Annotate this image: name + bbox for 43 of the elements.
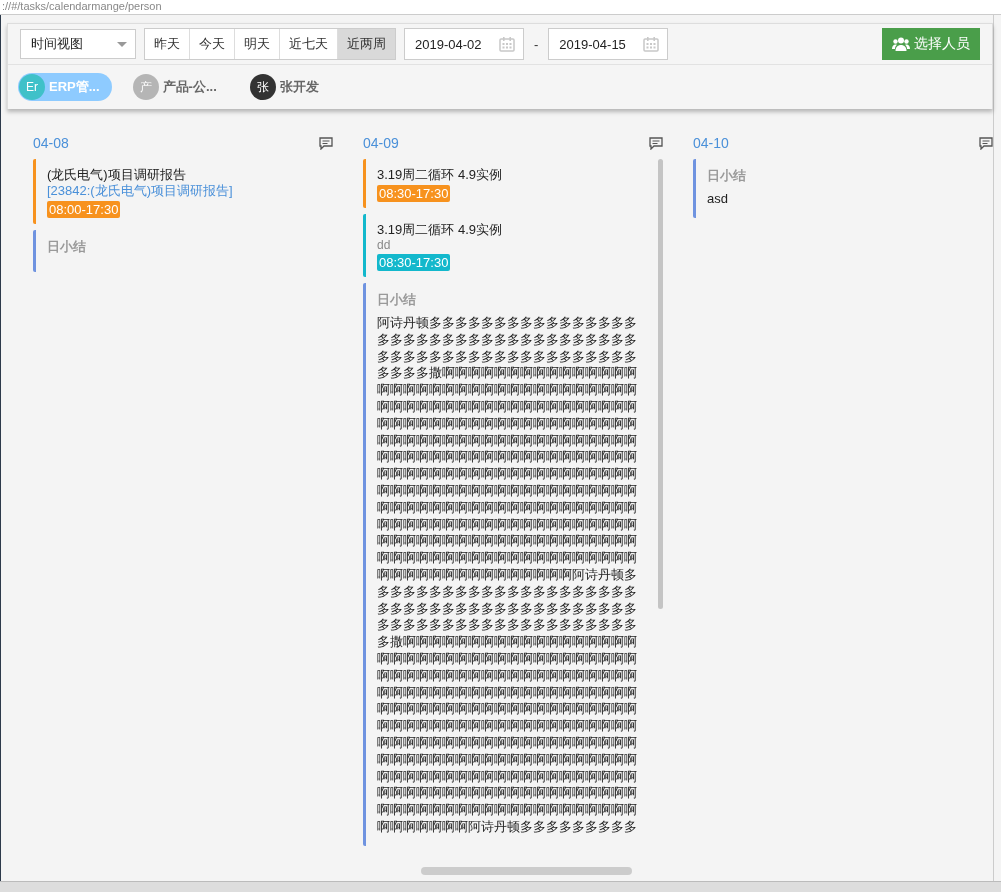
start-date-field[interactable]: 2019-04-02 — [404, 28, 524, 60]
task-card[interactable]: (龙氏电气)项目调研报告 [23842:(龙氏电气)项目调研报告] 08:00-17:30 — [33, 159, 314, 224]
day-date: 04-08 — [33, 135, 69, 151]
task-card[interactable]: 3.19周二循环 4.9实例 08:30-17:30 — [363, 159, 644, 208]
day-date: 04-09 — [363, 135, 399, 151]
person-chip[interactable]: 张 张开发 — [248, 73, 331, 101]
range-tab[interactable]: 明天 — [235, 29, 280, 59]
range-tab[interactable]: 今天 — [190, 29, 235, 59]
person-chip[interactable]: 产 产品-公... — [131, 73, 229, 101]
horizontal-scrollbar-thumb[interactable] — [421, 867, 632, 875]
summary-text: asd — [707, 191, 729, 208]
time-badge: 08:30-17:30 — [377, 185, 451, 202]
users-icon — [892, 37, 910, 51]
avatar: 产 — [132, 74, 159, 100]
person-name: ERP管... — [49, 78, 100, 96]
task-note: dd — [377, 238, 392, 252]
summary-title: 日小结 — [707, 167, 747, 185]
address-bar-text: ://#/tasks/calendarmange/person — [0, 0, 1001, 15]
time-badge: 08:00-17:30 — [47, 201, 121, 218]
task-title: 3.19周二循环 4.9实例 — [377, 222, 503, 238]
summary-title: 日小结 — [47, 238, 87, 256]
summary-card[interactable]: 日小结 asd — [693, 159, 974, 218]
day-date: 04-10 — [693, 135, 729, 151]
person-name: 产品-公... — [162, 78, 217, 96]
task-title: (龙氏电气)项目调研报告 [23842:(龙氏电气)项目调研报告] — [47, 167, 308, 199]
view-select[interactable]: 时间视图 — [20, 29, 136, 59]
comment-icon[interactable] — [649, 136, 663, 150]
range-tab[interactable]: 近两周 — [338, 29, 395, 59]
avatar: 张 — [249, 74, 276, 100]
task-card[interactable]: 3.19周二循环 4.9实例 dd 08:30-17:30 — [363, 214, 644, 277]
time-badge: 08:30-17:30 — [377, 254, 451, 271]
summary-text: 阿诗丹顿多多多多多多多多多多多多多多多多多多多多多多多多多多多多多多多多多多多多多多多多多多多多多多多多多多多多多多多多多多多多撒啊啊啊啊啊啊啊啊啊啊啊啊啊啊啊啊啊啊啊啊啊啊啊啊啊啊啊啊啊啊啊啊啊啊啊啊啊啊啊啊啊啊啊啊啊啊啊啊啊啊啊啊啊啊啊啊啊啊啊啊啊啊啊啊啊啊啊啊啊啊啊啊啊啊啊啊啊啊啊啊啊啊啊啊啊啊啊啊啊啊啊啊啊啊啊啊啊啊啊啊啊啊啊啊啊啊啊啊啊啊啊啊啊啊啊啊啊啊啊啊啊啊啊啊啊啊啊啊啊啊啊啊啊啊啊啊啊啊啊啊啊啊啊啊啊啊啊啊啊啊啊啊啊啊啊啊啊啊啊啊啊啊啊啊啊啊啊啊啊啊啊啊啊啊啊啊啊啊啊啊啊啊啊啊啊啊啊啊啊啊啊啊啊啊啊啊啊啊啊啊啊啊啊啊啊啊啊啊啊啊啊啊啊啊啊啊啊啊啊啊啊啊啊啊啊啊啊啊啊啊啊啊啊啊啊啊啊啊啊啊啊啊啊啊啊啊啊啊啊啊阿诗丹顿多多多多多多多多多多多多多多多多多多多多多多多多多多多多多多多多多多多多多多多多多多多多多多多多多多多多多多多多多多多多多多撒啊啊啊啊啊啊啊啊啊啊啊啊啊啊啊啊啊啊啊啊啊啊啊啊啊啊啊啊啊啊啊啊啊啊啊啊啊啊啊啊啊啊啊啊啊啊啊啊啊啊啊啊啊啊啊啊啊啊啊啊啊啊啊啊啊啊啊啊啊啊啊啊啊啊啊啊啊啊啊啊啊啊啊啊啊啊啊啊啊啊啊啊啊啊啊啊啊啊啊啊啊啊啊啊啊啊啊啊啊啊啊啊啊啊啊啊啊啊啊啊啊啊啊啊啊啊啊啊啊啊啊啊啊啊啊啊啊啊啊啊啊啊啊啊啊啊啊啊啊啊啊啊啊啊啊啊啊啊啊啊啊啊啊啊啊啊啊啊啊啊啊啊啊啊啊啊啊啊啊啊啊啊啊啊啊啊啊啊啊啊啊啊啊啊啊啊啊啊啊啊啊啊啊啊啊啊啊啊啊啊啊啊啊啊啊啊啊啊啊啊啊啊啊啊啊阿诗丹顿多多多多多多多多多 — [377, 315, 637, 836]
end-date-field[interactable]: 2019-04-15 — [548, 28, 669, 60]
summary-title: 日小结 — [377, 291, 417, 309]
person-name: 张开发 — [279, 78, 319, 96]
avatar: Er — [19, 74, 45, 100]
comment-icon[interactable] — [319, 136, 333, 150]
scrollbar-thumb[interactable] — [658, 159, 663, 609]
date-separator: - — [534, 36, 539, 52]
comment-icon[interactable] — [979, 136, 993, 150]
range-tab[interactable]: 近七天 — [280, 29, 338, 59]
range-tab[interactable]: 昨天 — [145, 29, 190, 59]
task-title: 3.19周二循环 4.9实例 — [377, 167, 503, 183]
